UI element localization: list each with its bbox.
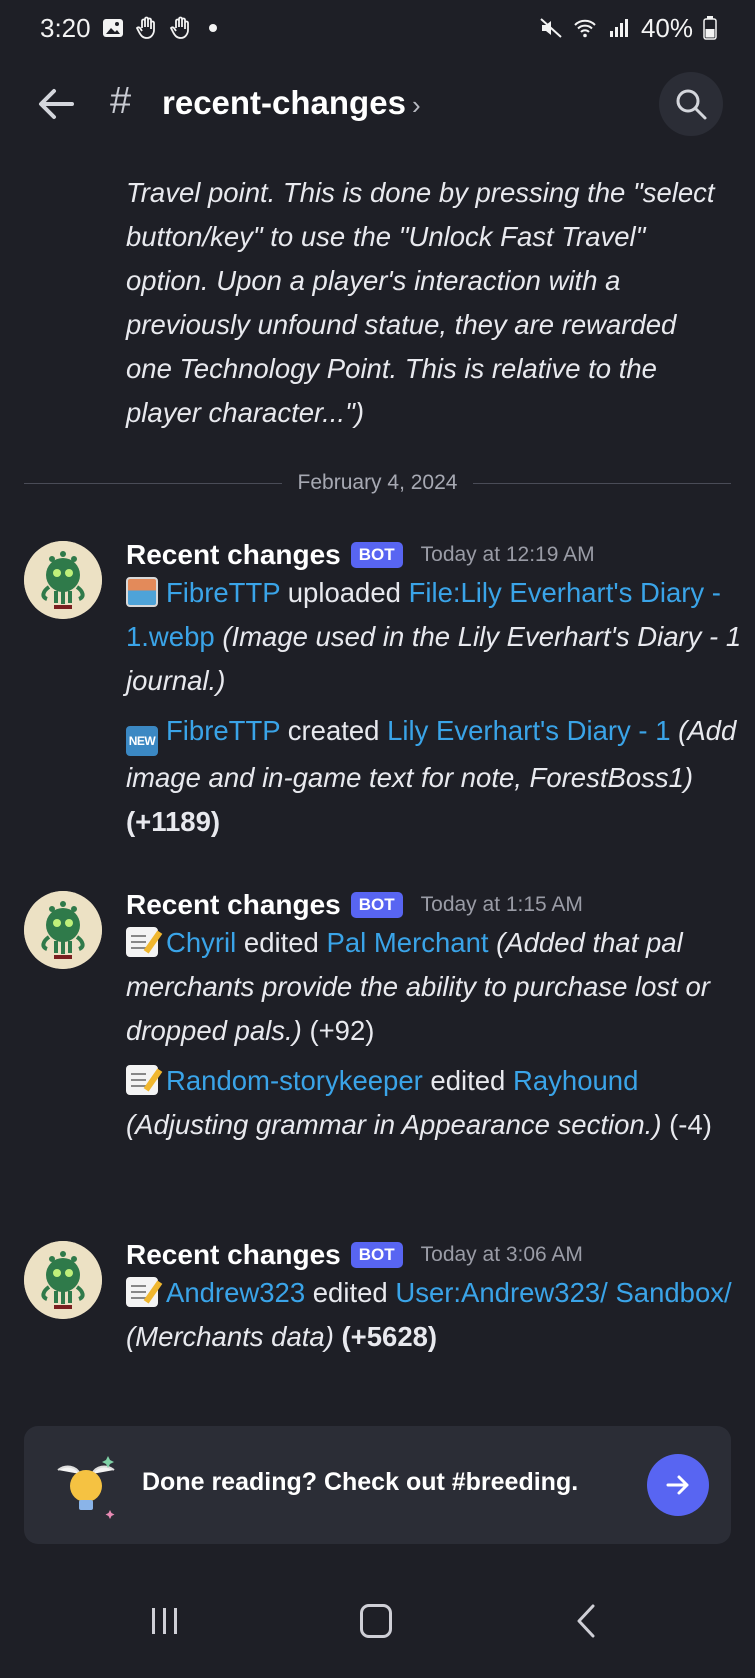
author-name[interactable]: Recent changes xyxy=(126,1239,341,1271)
message-header: Recent changes BOT Today at 1:15 AM xyxy=(126,885,583,925)
memo-icon xyxy=(126,1065,158,1095)
avatar[interactable] xyxy=(24,891,102,969)
user-link[interactable]: Andrew323 xyxy=(166,1277,305,1308)
arrow-right-icon xyxy=(666,1475,689,1495)
channel-name[interactable]: recent-changes xyxy=(162,84,406,122)
divider-line xyxy=(473,482,731,484)
author-name[interactable]: Recent changes xyxy=(126,889,341,921)
change-entry: FibreTTP uploaded File:Lily Everhart's D… xyxy=(126,571,746,703)
user-link[interactable]: FibreTTP xyxy=(166,577,280,608)
size-delta: (+1189) xyxy=(126,806,221,837)
search-button[interactable] xyxy=(659,72,723,136)
action-text: created xyxy=(287,715,380,746)
back-arrow-icon[interactable] xyxy=(32,80,80,128)
divider-line xyxy=(24,482,282,484)
bot-avatar-icon xyxy=(24,891,102,969)
lightbulb-wings-icon xyxy=(57,1456,115,1519)
message-body: Andrew323 edited User:Andrew323/ Sandbox… xyxy=(126,1271,746,1365)
memo-icon xyxy=(126,1277,158,1307)
page-link[interactable]: Pal Merchant xyxy=(327,927,489,958)
next-channel-card[interactable]: Done reading? Check out #breeding. xyxy=(24,1426,731,1544)
page-link[interactable]: Lily Everhart's Diary - 1 xyxy=(387,715,670,746)
hand-icon xyxy=(169,16,189,39)
size-delta: (-4) xyxy=(669,1109,712,1140)
status-time: 3:20 xyxy=(40,12,91,43)
go-button[interactable] xyxy=(647,1454,709,1516)
change-entry: Random-storykeeper edited Rayhound (Adju… xyxy=(126,1059,746,1147)
author-name[interactable]: Recent changes xyxy=(126,539,341,571)
user-link[interactable]: FibreTTP xyxy=(166,715,280,746)
user-link[interactable]: Chyril xyxy=(166,927,236,958)
previous-message-text: Travel point. This is done by pressing t… xyxy=(126,177,715,428)
message-body: Chyril edited Pal Merchant (Added that p… xyxy=(126,921,746,1153)
avatar[interactable] xyxy=(24,541,102,619)
message-header: Recent changes BOT Today at 3:06 AM xyxy=(126,1235,583,1275)
wifi-icon xyxy=(574,19,596,38)
nav-back-icon[interactable] xyxy=(576,1604,596,1638)
bot-badge: BOT xyxy=(350,542,403,568)
size-delta: (+92) xyxy=(309,1015,375,1046)
bot-avatar-icon xyxy=(24,1241,102,1319)
recents-icon[interactable] xyxy=(150,1608,180,1634)
bot-badge: BOT xyxy=(350,1242,403,1268)
action-text: edited xyxy=(243,927,319,958)
message-body: FibreTTP uploaded File:Lily Everhart's D… xyxy=(126,571,746,850)
action-text: edited xyxy=(430,1065,506,1096)
hand-icon xyxy=(135,16,155,39)
action-text: uploaded xyxy=(287,577,401,608)
chevron-right-icon[interactable]: › xyxy=(412,90,421,121)
timestamp: Today at 1:15 AM xyxy=(420,893,583,916)
memo-icon xyxy=(126,927,158,957)
status-bar: 3:20 40% xyxy=(0,0,755,56)
channel-header: # recent-changes › xyxy=(0,56,755,156)
message-header: Recent changes BOT Today at 12:19 AM xyxy=(126,535,595,575)
frame-photo-icon xyxy=(126,577,158,607)
change-entry: NEW FibreTTP created Lily Everhart's Diar… xyxy=(126,709,746,844)
timestamp: Today at 12:19 AM xyxy=(420,543,595,566)
bot-badge: BOT xyxy=(350,892,403,918)
change-entry: Andrew323 edited User:Andrew323/ Sandbox… xyxy=(126,1271,746,1359)
channel-hash-icon: # xyxy=(110,80,132,122)
home-icon[interactable] xyxy=(360,1604,392,1638)
action-text: edited xyxy=(312,1277,388,1308)
user-link[interactable]: Random-storykeeper xyxy=(166,1065,423,1096)
system-nav-bar xyxy=(0,1568,755,1678)
gallery-icon xyxy=(102,19,123,37)
change-entry: Chyril edited Pal Merchant (Added that p… xyxy=(126,921,746,1053)
battery-icon xyxy=(703,16,717,40)
edit-summary: (Merchants data) xyxy=(126,1321,334,1352)
search-icon xyxy=(676,89,707,120)
page-link[interactable]: User:Andrew323/ Sandbox/ xyxy=(395,1277,731,1308)
signal-icon xyxy=(609,19,628,37)
avatar[interactable] xyxy=(24,1241,102,1319)
battery-percent: 40% xyxy=(640,12,693,43)
date-divider: February 4, 2024 xyxy=(24,468,731,498)
page-link[interactable]: Rayhound xyxy=(513,1065,638,1096)
edit-summary: (Adjusting grammar in Appearance section… xyxy=(126,1109,662,1140)
edit-summary: (Image used in the Lily Everhart's Diary… xyxy=(126,621,742,696)
bot-avatar-icon xyxy=(24,541,102,619)
notification-dot-icon xyxy=(208,24,217,32)
new-button-icon: NEW xyxy=(126,726,158,756)
date-label: February 4, 2024 xyxy=(297,471,458,494)
size-delta: (+5628) xyxy=(341,1321,438,1352)
cta-text: Done reading? Check out #breeding. xyxy=(142,1468,579,1496)
mute-icon xyxy=(540,18,562,38)
timestamp: Today at 3:06 AM xyxy=(420,1243,583,1266)
